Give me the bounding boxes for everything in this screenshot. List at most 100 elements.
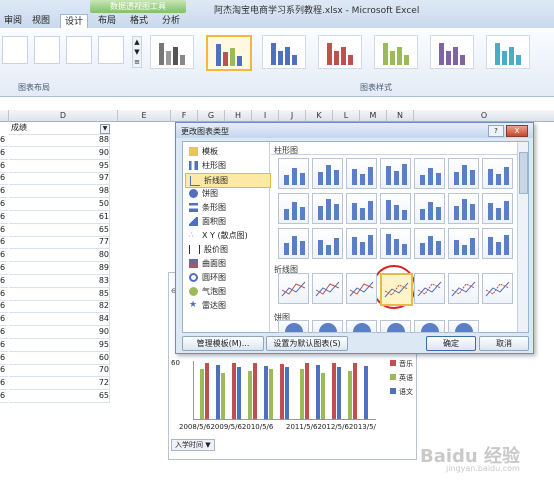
score-cell[interactable]: 85 (9, 287, 110, 301)
column-chart-subtype[interactable] (448, 158, 479, 189)
category-surface[interactable]: 曲面图 (189, 257, 226, 270)
column-chart-subtype[interactable] (278, 228, 309, 259)
chart-style-3[interactable] (262, 35, 306, 69)
score-cell[interactable]: 95 (9, 338, 110, 352)
column-chart-subtype[interactable] (346, 228, 377, 259)
score-cell[interactable]: 77 (9, 236, 110, 250)
row-prefix-cell[interactable]: 6 (0, 236, 8, 250)
column-chart-subtype[interactable] (448, 193, 479, 224)
row-prefix-cell[interactable]: 6 (0, 147, 8, 160)
score-cell[interactable]: 50 (9, 198, 110, 211)
category-template[interactable]: 模板 (189, 145, 218, 158)
tab-review[interactable]: 审阅 (0, 14, 26, 28)
column-chart-subtype[interactable] (312, 228, 343, 259)
field-button-date[interactable]: 入学时间 ▼ (171, 439, 215, 451)
score-cell[interactable]: 82 (9, 300, 110, 314)
tab-format[interactable]: 格式 (126, 14, 152, 28)
row-prefix-cell[interactable]: 6 (0, 134, 8, 147)
tab-analyze[interactable]: 分析 (158, 14, 184, 28)
column-header-c[interactable] (0, 110, 9, 122)
line-chart-subtype[interactable] (346, 273, 377, 304)
score-cell[interactable]: 90 (9, 326, 110, 339)
pie-chart-subtype[interactable] (278, 320, 309, 333)
column-header-i[interactable]: I (252, 110, 279, 122)
row-prefix-cell[interactable]: 6 (0, 249, 8, 263)
line-chart-subtype[interactable] (414, 273, 445, 304)
chart-style-6[interactable] (430, 35, 474, 69)
score-cell[interactable]: 90 (9, 146, 110, 160)
row-prefix-cell[interactable]: 6 (0, 390, 8, 403)
row-prefix-cell[interactable]: 6 (0, 313, 8, 327)
row-prefix-cell[interactable]: 6 (0, 262, 8, 275)
column-chart-subtype[interactable] (346, 193, 377, 224)
score-cell[interactable]: 89 (9, 262, 110, 275)
category-bubble[interactable]: 气泡图 (189, 285, 226, 298)
manage-templates-button[interactable]: 管理模板(M)... (182, 336, 264, 351)
column-chart-subtype[interactable] (414, 158, 445, 189)
chart-layout-4[interactable] (98, 36, 124, 64)
category-doughnut[interactable]: 圆环图 (189, 271, 226, 284)
header-cell-score[interactable]: 成绩 (9, 122, 111, 135)
column-chart-subtype[interactable] (312, 158, 343, 189)
score-cell[interactable]: 65 (9, 223, 110, 237)
column-chart-subtype[interactable] (346, 158, 377, 189)
row-prefix-cell[interactable]: 6 (0, 339, 8, 352)
category-pie[interactable]: 饼图 (189, 187, 218, 200)
column-header-n[interactable]: N (387, 110, 414, 122)
row-prefix-cell[interactable]: 6 (0, 160, 8, 173)
chart-style-4[interactable] (318, 35, 362, 69)
scrollbar-thumb[interactable] (519, 152, 528, 194)
cancel-button[interactable]: 取消 (479, 336, 529, 351)
chart-layout-1[interactable] (2, 36, 28, 64)
tab-design[interactable]: 设计 (60, 14, 88, 29)
ok-button[interactable]: 确定 (426, 336, 476, 351)
filter-dropdown-icon[interactable]: ▼ (100, 124, 110, 134)
column-chart-subtype[interactable] (482, 193, 513, 224)
category-bar[interactable]: 条形图 (189, 201, 226, 214)
row-prefix-cell[interactable]: 6 (0, 364, 8, 378)
row-prefix-cell[interactable]: 6 (0, 326, 8, 339)
category-stock[interactable]: 股价图 (189, 243, 228, 256)
chart-style-2-selected[interactable] (206, 35, 252, 71)
layout-gallery-scroll[interactable]: ▲ ▼ ≡ (132, 36, 142, 68)
row-prefix-cell[interactable]: 6 (0, 211, 8, 224)
column-header-j[interactable]: J (279, 110, 306, 122)
chart-style-7[interactable] (486, 35, 530, 69)
score-cell[interactable]: 60 (9, 351, 110, 365)
tab-layout[interactable]: 布局 (94, 14, 120, 28)
line-chart-subtype[interactable] (448, 273, 479, 304)
row-prefix-cell[interactable]: 6 (0, 275, 8, 288)
line-chart-subtype[interactable] (278, 273, 309, 304)
column-chart-subtype[interactable] (380, 193, 411, 224)
column-header-f[interactable]: F (171, 110, 198, 122)
column-header-o[interactable]: O (414, 110, 554, 122)
row-prefix-cell[interactable]: 6 (0, 224, 8, 237)
category-list[interactable]: 模板 柱形图 折线图 饼图 条形图 面积图 ∴ X Y (散点图) 股价图 曲面图… (183, 142, 271, 332)
score-cell[interactable]: 72 (9, 377, 110, 391)
row-prefix-cell[interactable]: 6 (0, 198, 8, 211)
score-cell[interactable]: 98 (9, 185, 110, 199)
category-column[interactable]: 柱形图 (189, 159, 226, 172)
column-chart-subtype[interactable] (380, 228, 411, 259)
line-with-markers-subtype[interactable] (380, 273, 413, 306)
row-prefix-cell[interactable]: 6 (0, 172, 8, 186)
column-chart-subtype[interactable] (278, 193, 309, 224)
column-header-m[interactable]: M (360, 110, 387, 122)
set-default-chart-button[interactable]: 设置为默认图表(S) (266, 336, 348, 351)
score-cell[interactable]: 84 (9, 313, 110, 327)
score-cell[interactable]: 88 (9, 134, 110, 147)
column-chart-subtype[interactable] (380, 158, 411, 189)
score-cell[interactable]: 83 (9, 274, 110, 288)
category-scatter[interactable]: ∴ X Y (散点图) (189, 229, 248, 242)
pie-chart-subtype[interactable] (380, 320, 411, 333)
chart-style-5[interactable] (374, 35, 418, 69)
row-prefix-cell[interactable]: 6 (0, 300, 8, 314)
score-cell[interactable]: 80 (9, 249, 110, 263)
column-chart-subtype[interactable] (482, 158, 513, 189)
column-chart-subtype[interactable] (448, 228, 479, 259)
column-header-h[interactable]: H (225, 110, 252, 122)
help-button[interactable]: ? (488, 125, 504, 137)
score-cell[interactable]: 97 (9, 172, 110, 186)
column-header-d[interactable]: D (9, 110, 118, 122)
pie-chart-subtype[interactable] (448, 320, 479, 333)
